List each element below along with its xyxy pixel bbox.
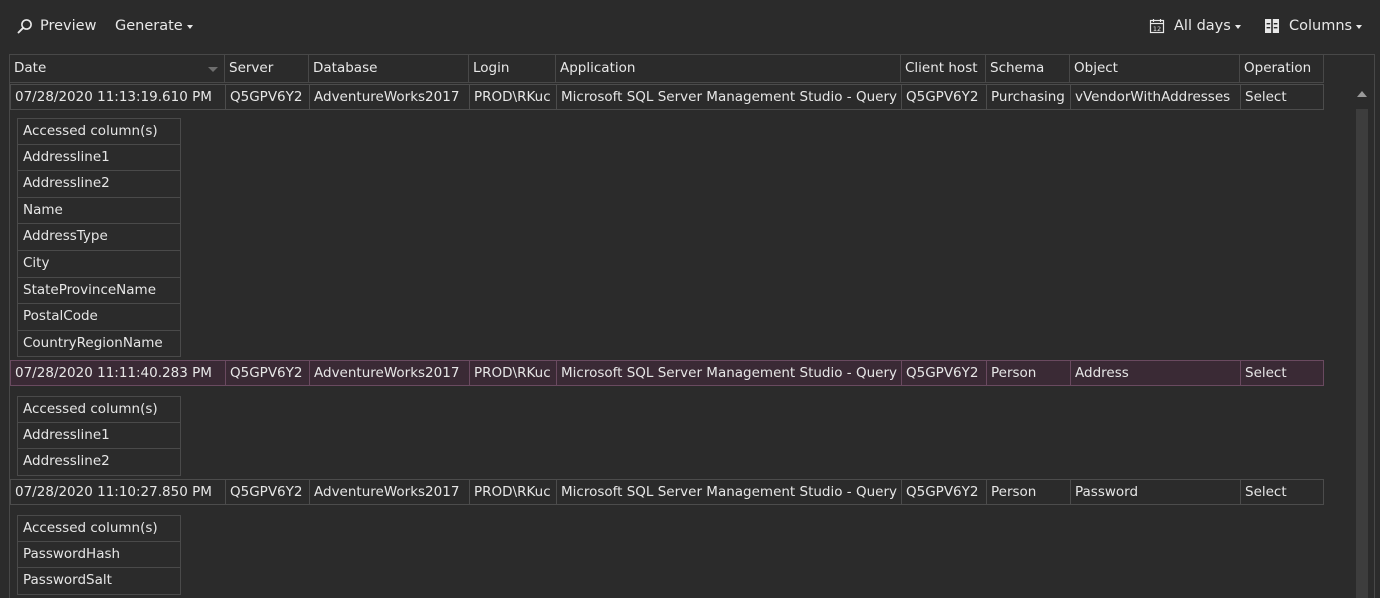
days-filter-label: All days: [1174, 18, 1231, 34]
column-header-schema[interactable]: Schema: [986, 55, 1070, 83]
list-item[interactable]: StateProvinceName: [17, 277, 181, 305]
column-header-server[interactable]: Server: [225, 55, 309, 83]
column-header-label: Application: [560, 60, 636, 76]
cell-application: Microsoft SQL Server Management Studio -…: [557, 361, 902, 385]
cell-server: Q5GPV6Y2: [226, 361, 310, 385]
chevron-down-icon: [1356, 24, 1363, 29]
preview-button[interactable]: Preview: [17, 15, 96, 37]
list-item[interactable]: City: [17, 250, 181, 278]
list-item[interactable]: PostalCode: [17, 304, 181, 331]
cell-client-host: Q5GPV6Y2: [902, 85, 987, 109]
list-item[interactable]: PasswordSalt: [17, 568, 181, 595]
generate-dropdown[interactable]: Generate: [115, 15, 193, 37]
column-header-label: Date: [14, 60, 47, 76]
column-header-label: Server: [229, 60, 274, 76]
list-item[interactable]: PasswordHash: [17, 541, 181, 569]
column-header-operation[interactable]: Operation: [1240, 55, 1324, 83]
cell-date: 07/28/2020 11:11:40.283 PM: [11, 361, 226, 385]
cell-server: Q5GPV6Y2: [226, 480, 310, 504]
cell-application: Microsoft SQL Server Management Studio -…: [557, 85, 902, 109]
column-header-database[interactable]: Database: [309, 55, 469, 83]
cell-client-host: Q5GPV6Y2: [902, 361, 987, 385]
list-item[interactable]: Addressline1: [17, 422, 181, 450]
cell-application: Microsoft SQL Server Management Studio -…: [557, 480, 902, 504]
cell-operation: Select: [1245, 89, 1287, 105]
svg-text:12: 12: [1153, 25, 1161, 33]
cell-object: Address: [1071, 361, 1241, 385]
column-header-label: Database: [313, 60, 378, 76]
column-header-label: Operation: [1244, 60, 1312, 76]
cell-schema: Person: [987, 480, 1071, 504]
preview-label: Preview: [40, 18, 97, 34]
column-header-application[interactable]: Application: [556, 55, 901, 83]
column-header-login[interactable]: Login: [469, 55, 556, 83]
cell-date: 07/28/2020 11:13:19.610 PM: [11, 85, 226, 109]
column-header-date[interactable]: Date: [10, 55, 225, 83]
cell-login: PROD\RKuc: [470, 85, 557, 109]
cell-database: AdventureWorks2017: [310, 480, 470, 504]
cell-client-host: Q5GPV6Y2: [902, 480, 987, 504]
cell-operation: Select: [1245, 365, 1287, 381]
table-row[interactable]: 07/28/2020 11:10:27.850 PM Q5GPV6Y2 Adve…: [10, 479, 1324, 505]
table-row[interactable]: 07/28/2020 11:13:19.610 PM Q5GPV6Y2 Adve…: [10, 84, 1324, 110]
cell-object: Password: [1071, 480, 1241, 504]
cell-object: vVendorWithAddresses: [1071, 85, 1241, 109]
scrollbar-thumb[interactable]: [1356, 109, 1368, 598]
cell-login: PROD\RKuc: [470, 361, 557, 385]
list-item[interactable]: Addressline2: [17, 449, 181, 476]
chevron-down-icon: [186, 24, 193, 29]
sort-descending-icon: [208, 67, 218, 72]
cell-operation: Select: [1245, 484, 1287, 500]
generate-label: Generate: [115, 18, 183, 34]
scroll-up-icon[interactable]: [1357, 91, 1367, 97]
cell-login: PROD\RKuc: [470, 480, 557, 504]
accessed-columns-subgrid: Accessed column(s) Addressline1 Addressl…: [17, 118, 181, 358]
cell-database: AdventureWorks2017: [310, 361, 470, 385]
search-icon: [17, 18, 33, 34]
grid-header: Date Server Database Login Application C…: [10, 55, 1374, 83]
days-filter-dropdown[interactable]: 12 All days: [1149, 15, 1241, 37]
list-item[interactable]: Addressline2: [17, 171, 181, 198]
audit-grid: Date Server Database Login Application C…: [9, 54, 1375, 598]
list-item[interactable]: Addressline1: [17, 144, 181, 172]
columns-icon: [1264, 18, 1280, 34]
cell-server: Q5GPV6Y2: [226, 85, 310, 109]
column-header-label: Schema: [990, 60, 1045, 76]
columns-dropdown[interactable]: Columns: [1264, 15, 1363, 37]
column-header-label: Client host: [905, 60, 978, 76]
vertical-scrollbar[interactable]: [1350, 83, 1374, 598]
column-header-client-host[interactable]: Client host: [901, 55, 986, 83]
column-header-object[interactable]: Object: [1070, 55, 1240, 83]
columns-label: Columns: [1289, 18, 1353, 34]
calendar-icon: 12: [1149, 18, 1165, 34]
subgrid-header: Accessed column(s): [17, 118, 181, 145]
list-item[interactable]: Name: [17, 197, 181, 225]
subgrid-header: Accessed column(s): [17, 396, 181, 423]
accessed-columns-subgrid: Accessed column(s) Addressline1 Addressl…: [17, 396, 181, 476]
column-header-label: Login: [473, 60, 510, 76]
cell-schema: Purchasing: [987, 85, 1071, 109]
cell-date: 07/28/2020 11:10:27.850 PM: [11, 480, 226, 504]
table-row-selected[interactable]: 07/28/2020 11:11:40.283 PM Q5GPV6Y2 Adve…: [10, 360, 1324, 386]
list-item[interactable]: CountryRegionName: [17, 330, 181, 358]
column-header-label: Object: [1074, 60, 1118, 76]
accessed-columns-subgrid: Accessed column(s) PasswordHash Password…: [17, 515, 181, 595]
toolbar: Preview Generate 12 All days Columns: [0, 0, 1380, 50]
chevron-down-icon: [1234, 24, 1241, 29]
list-item[interactable]: AddressType: [17, 224, 181, 251]
cell-schema: Person: [987, 361, 1071, 385]
subgrid-header: Accessed column(s): [17, 515, 181, 542]
cell-database: AdventureWorks2017: [310, 85, 470, 109]
